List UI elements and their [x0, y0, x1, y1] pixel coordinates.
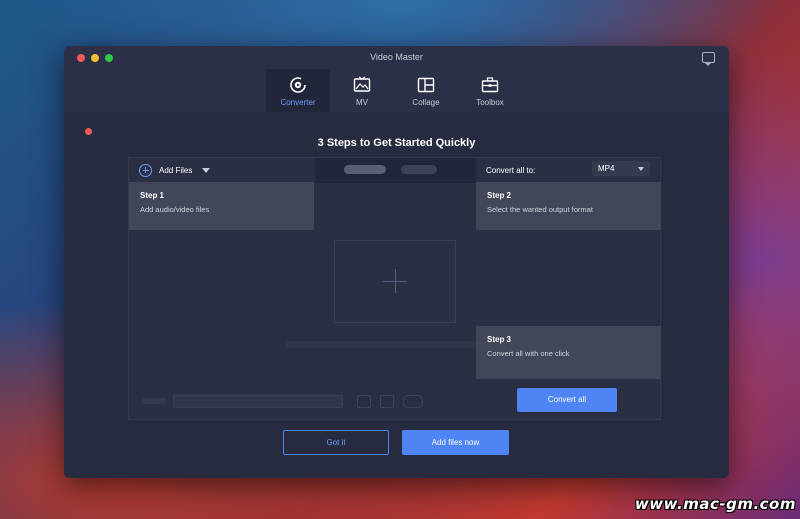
notification-dot [85, 128, 92, 135]
tab-collage-label: Collage [412, 98, 440, 107]
step-1-card: Step 1 Add audio/video files [129, 182, 314, 230]
progress-placeholder [285, 341, 477, 348]
title-bar: Video Master [64, 46, 729, 70]
converter-content: 3 Steps to Get Started Quickly Add Files… [64, 112, 729, 478]
step-3-desc: Convert all with one click [487, 349, 570, 358]
tab-converter-label: Converter [280, 98, 316, 107]
step-2-card: Step 2 Select the wanted output format [476, 182, 661, 230]
settings-icon [403, 394, 423, 408]
step-2-desc: Select the wanted output format [487, 205, 593, 214]
add-files-now-button[interactable]: Add files now [402, 430, 509, 455]
tab-mv-label: MV [356, 98, 368, 107]
converter-toolbar: Add Files Convert all to: MP4 [129, 158, 660, 183]
converting-tab[interactable] [344, 165, 386, 174]
collage-icon [417, 77, 435, 93]
main-tabs: Converter MV Collage Toolbox [266, 69, 522, 112]
drop-zone-plus-icon[interactable] [334, 240, 456, 323]
site-watermark: www.mac-gm.com [634, 495, 796, 513]
converted-tab[interactable] [401, 165, 437, 174]
speed-icon [380, 394, 394, 408]
chevron-down-icon[interactable] [202, 167, 211, 173]
step-1-title: Step 1 [140, 191, 165, 200]
step-2-title: Step 2 [487, 191, 512, 200]
convert-all-to-label: Convert all to: [486, 166, 536, 175]
list-view-toggle [315, 158, 476, 182]
save-to-label-placeholder [141, 398, 167, 404]
tab-toolbox[interactable]: Toolbox [458, 69, 522, 112]
tab-collage[interactable]: Collage [394, 69, 458, 112]
add-files-label: Add Files [159, 165, 193, 175]
folder-icon [357, 394, 371, 408]
step-3-card: Step 3 Convert all with one click [476, 326, 661, 379]
toolbox-icon [481, 77, 499, 93]
add-circle-icon [139, 163, 152, 177]
guide-heading: 3 Steps to Get Started Quickly [317, 137, 476, 149]
tab-mv[interactable]: MV [330, 69, 394, 112]
feedback-icon[interactable] [702, 52, 715, 66]
add-files-button[interactable]: Add Files [139, 162, 211, 178]
bottom-bar-placeholder [141, 394, 423, 408]
converter-icon [290, 77, 306, 93]
output-format-value: MP4 [598, 164, 615, 173]
got-it-button[interactable]: Got it [283, 430, 389, 455]
window-title: Video Master [370, 52, 423, 62]
converter-panel: Add Files Convert all to: MP4 Step 1 Add… [128, 157, 661, 420]
app-window: Video Master Converter MV Collage Toolbo… [64, 46, 729, 478]
tab-toolbox-label: Toolbox [476, 98, 504, 107]
mv-image-icon [353, 76, 371, 92]
chevron-down-icon [638, 167, 644, 171]
tab-converter[interactable]: Converter [266, 69, 330, 112]
save-path-field-placeholder [173, 394, 343, 408]
step-3-title: Step 3 [487, 335, 512, 344]
step-1-desc: Add audio/video files [140, 205, 210, 214]
output-format-select[interactable]: MP4 [592, 161, 650, 176]
convert-all-button[interactable]: Convert all [517, 388, 617, 412]
